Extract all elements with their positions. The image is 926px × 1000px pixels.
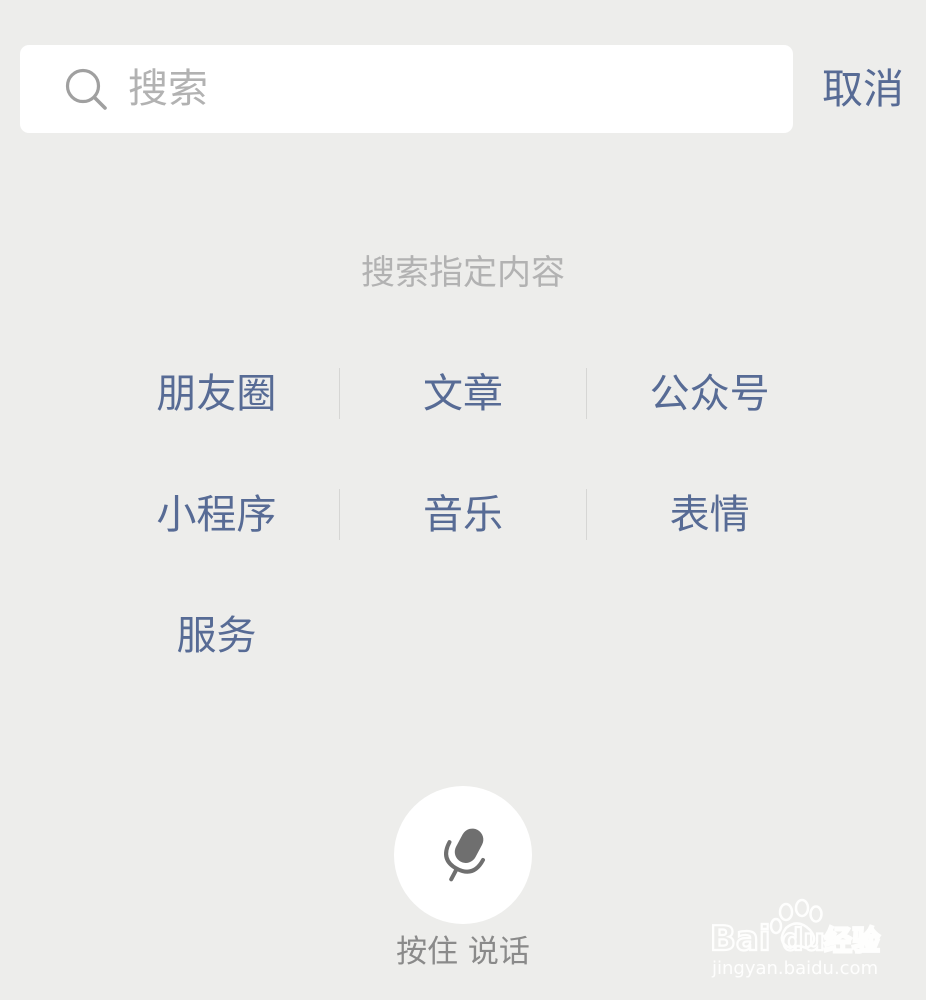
category-grid: 朋友圈 文章 公众号 小程序 音乐 表情 服务 bbox=[93, 363, 833, 726]
column-divider bbox=[339, 368, 340, 419]
search-icon bbox=[64, 67, 110, 113]
column-divider bbox=[339, 489, 340, 540]
cancel-button[interactable]: 取消 bbox=[810, 45, 916, 133]
category-row: 服务 bbox=[93, 605, 833, 667]
category-row: 朋友圈 文章 公众号 bbox=[93, 363, 833, 425]
column-divider bbox=[586, 368, 587, 419]
category-stickers[interactable]: 表情 bbox=[586, 484, 833, 546]
voice-input-button[interactable] bbox=[394, 786, 532, 924]
category-official-accounts[interactable]: 公众号 bbox=[586, 363, 833, 425]
search-bar[interactable] bbox=[20, 45, 793, 133]
section-title: 搜索指定内容 bbox=[361, 253, 565, 293]
category-articles[interactable]: 文章 bbox=[340, 363, 587, 425]
svg-text:du: du bbox=[782, 923, 825, 958]
category-music[interactable]: 音乐 bbox=[340, 484, 587, 546]
svg-text:经验: 经验 bbox=[824, 924, 880, 957]
category-moments[interactable]: 朋友圈 bbox=[93, 363, 340, 425]
microphone-icon bbox=[432, 822, 494, 888]
baidu-jingyan-watermark: Bai du 经验 jingyan.baidu.com bbox=[706, 898, 896, 983]
svg-text:jingyan.baidu.com: jingyan.baidu.com bbox=[711, 958, 878, 979]
column-divider bbox=[586, 489, 587, 540]
category-services[interactable]: 服务 bbox=[93, 605, 340, 667]
search-input[interactable] bbox=[128, 45, 768, 133]
svg-text:Bai: Bai bbox=[710, 919, 771, 959]
category-row: 小程序 音乐 表情 bbox=[93, 484, 833, 546]
category-mini-programs[interactable]: 小程序 bbox=[93, 484, 340, 546]
